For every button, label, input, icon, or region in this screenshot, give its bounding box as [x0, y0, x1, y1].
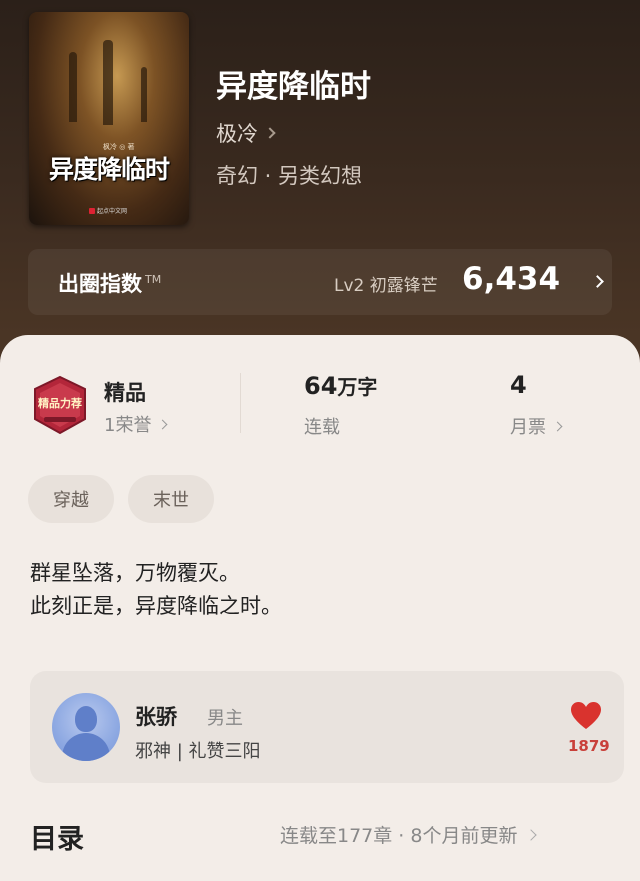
character-role: 男主: [207, 708, 243, 729]
chevron-right-icon: [591, 275, 604, 288]
description-line: 群星坠落，万物覆灭。: [30, 561, 240, 585]
badge-text: 精品力荐: [38, 396, 82, 410]
heart-icon[interactable]: [570, 701, 602, 731]
honor-name: 精品: [104, 381, 146, 405]
book-detail-card: 精品力荐 精品 1荣誉 64万字 连载 4 月票 穿越 末世 群星坠落，万物覆灭…: [0, 335, 640, 881]
chevron-right-icon: [552, 421, 563, 431]
monthly-tickets-label: 月票: [510, 417, 546, 438]
character-avatar: [52, 693, 120, 761]
cover-publisher-text: 起点中文网: [97, 208, 128, 215]
character-name: 张骄: [135, 705, 177, 729]
toc-update-info: 连载至177章 · 8个月前更新: [280, 825, 518, 847]
trademark-mark: TM: [145, 273, 162, 286]
honor-badge-icon[interactable]: 精品力荐: [30, 375, 90, 435]
cover-art-spire: [141, 67, 147, 122]
divider: [240, 373, 241, 433]
chevron-right-icon: [525, 828, 538, 841]
monthly-tickets-link[interactable]: 月票: [510, 413, 563, 439]
book-genre: 奇幻 · 另类幻想: [216, 164, 363, 188]
like-count: 1879: [568, 737, 610, 755]
word-count-value: 64: [304, 372, 338, 400]
honor-link[interactable]: 1荣誉: [104, 411, 168, 437]
monthly-tickets-value: 4: [510, 371, 527, 399]
publisher-logo-icon: [89, 207, 95, 214]
popularity-index-bar[interactable]: 出圈指数 TM Lv2 初露锋芒 6,434: [28, 249, 612, 315]
word-count-unit: 万字: [337, 375, 378, 399]
book-description: 群星坠落，万物覆灭。 此刻正是，异度降临之时。: [30, 557, 282, 623]
tag-chip[interactable]: 末世: [128, 475, 214, 523]
cover-art-spire: [103, 40, 113, 125]
chevron-right-icon: [158, 419, 168, 429]
author-link[interactable]: 极冷: [216, 118, 276, 148]
index-label-text: 出圈指数: [58, 272, 142, 296]
toc-link[interactable]: 连载至177章 · 8个月前更新: [280, 821, 538, 848]
description-line: 此刻正是，异度降临之时。: [30, 594, 282, 618]
cover-art-spire: [69, 52, 77, 122]
tag-chip[interactable]: 穿越: [28, 475, 114, 523]
book-cover[interactable]: 枫冷 ◎ 著 异度降临时 起点中文网: [29, 12, 189, 225]
cover-title: 异度降临时: [48, 155, 170, 184]
character-card[interactable]: 张骄 男主 邪神 | 礼赞三阳 1879: [30, 671, 624, 783]
serial-status: 连载: [304, 417, 340, 438]
character-description: 邪神 | 礼赞三阳: [135, 741, 261, 762]
avatar-silhouette: [75, 706, 97, 732]
chevron-right-icon: [264, 127, 276, 139]
honor-count: 1荣誉: [104, 415, 152, 436]
index-level: Lv2 初露锋芒: [334, 276, 438, 296]
index-value: 6,434: [462, 261, 561, 297]
book-title: 异度降临时: [216, 69, 371, 105]
word-count: 64万字: [304, 371, 377, 400]
toc-title: 目录: [30, 824, 84, 855]
cover-publisher: 起点中文网: [89, 206, 127, 215]
avatar-silhouette: [62, 733, 110, 761]
index-label: 出圈指数 TM: [58, 268, 161, 298]
author-name: 极冷: [216, 122, 258, 146]
